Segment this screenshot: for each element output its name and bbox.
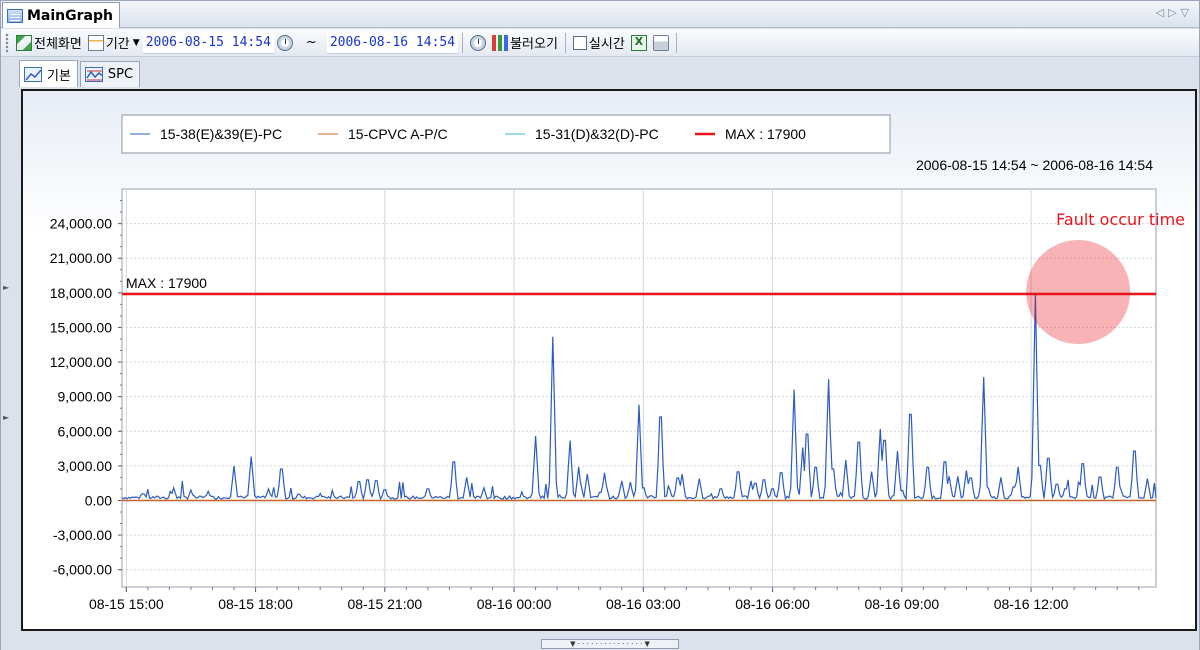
tab-basic[interactable]: 기본 (19, 60, 78, 87)
x-tick-label: 08-16 12:00 (994, 596, 1069, 612)
x-tick-label: 08-15 15:00 (89, 596, 164, 612)
excel-export-button[interactable] (628, 32, 650, 54)
x-tick-label: 08-16 03:00 (606, 596, 681, 612)
date-range-label: 2006-08-15 14:54 ~ 2006-08-16 14:54 (916, 157, 1153, 173)
clock-icon (276, 34, 293, 51)
legend-label: 15-31(D)&32(D)-PC (535, 126, 659, 142)
y-tick-label: -3,000.00 (53, 527, 112, 543)
legend-label: 15-38(E)&39(E)-PC (160, 126, 282, 142)
tab-basic-label: 기본 (47, 68, 71, 84)
x-tick-label: 08-16 00:00 (477, 596, 552, 612)
x-tick-label: 08-15 18:00 (218, 596, 293, 612)
fullscreen-icon (16, 34, 32, 51)
toolbar-separator (462, 32, 464, 53)
y-tick-label: 9,000.00 (58, 389, 113, 405)
toolbar-grip-icon[interactable] (5, 32, 9, 53)
period-dropdown[interactable]: 기간 ▼ (85, 32, 143, 54)
end-date-field[interactable]: 2006-08-16 14:54 (326, 31, 459, 54)
grid-icon (492, 34, 509, 51)
clock-icon (470, 34, 487, 51)
calendar-icon (87, 34, 104, 51)
view-tabs: 기본 SPC (19, 60, 142, 87)
start-date-picker-button[interactable] (274, 32, 296, 54)
checkbox-icon (572, 35, 587, 50)
printer-icon (652, 34, 669, 51)
max-line-label: MAX : 17900 (126, 275, 207, 291)
full-screen-label: 전체화면 (34, 37, 82, 52)
side-splitter[interactable]: ► ► (1, 271, 11, 431)
y-tick-label: 3,000.00 (58, 458, 113, 474)
tab-nav-arrows[interactable]: ◁▷▽ (1156, 6, 1193, 19)
caret-down-icon: ▼ (132, 37, 140, 48)
y-tick-label: 12,000.00 (50, 354, 112, 370)
line-chart-icon (24, 66, 42, 82)
y-axis: 24,000.00 21,000.00 18,000.00 15,000.00 12,0… (50, 200, 122, 578)
end-date-picker-button[interactable] (467, 32, 489, 54)
title-bar: MainGraph ◁▷▽ (1, 1, 1199, 28)
fault-highlight-circle (1026, 239, 1131, 344)
y-tick-label: 6,000.00 (58, 423, 113, 439)
chart-panel: 15-38(E)&39(E)-PC 15-CPVC A-P/C 15-31(D)&3… (21, 89, 1197, 631)
y-tick-label: 18,000.00 (50, 285, 112, 301)
print-button[interactable] (650, 32, 672, 54)
y-tick-label: 24,000.00 (50, 216, 112, 232)
plot-area (121, 188, 1157, 588)
y-tick-label: -6,000.00 (53, 562, 112, 578)
chart-svg: 15-38(E)&39(E)-PC 15-CPVC A-P/C 15-31(D)&3… (50, 114, 1185, 612)
legend-label: 15-CPVC A-P/C (348, 126, 448, 142)
tab-spc-label: SPC (107, 67, 134, 82)
toolbar-separator (564, 32, 566, 53)
arrow-right-icon: ► (3, 413, 10, 422)
date-range-separator: ~ (305, 35, 317, 50)
start-date-field[interactable]: 2006-08-15 14:54 (142, 31, 274, 54)
window-title: MainGraph (27, 7, 113, 24)
x-axis: 08-15 15:00 08-15 18:00 08-15 21:00 08-16 0… (89, 587, 1140, 612)
main-window: MainGraph ◁▷▽ 전체화면 기간 ▼ 2006-08-15 14:54… (0, 0, 1200, 650)
fault-annotation-label: Fault occur time (1056, 210, 1185, 229)
window-icon (7, 8, 23, 23)
realtime-checkbox[interactable]: 실시간 (570, 32, 628, 54)
period-label: 기간 (105, 37, 130, 52)
load-label: 불러오기 (510, 37, 558, 52)
x-tick-label: 08-15 21:00 (347, 596, 422, 612)
y-tick-label: 21,000.00 (50, 250, 112, 266)
tab-spc[interactable]: SPC (79, 61, 141, 87)
legend: 15-38(E)&39(E)-PC 15-CPVC A-P/C 15-31(D)&3… (121, 114, 891, 154)
toolbar-separator (675, 32, 677, 53)
main-graph-tab[interactable]: MainGraph (2, 2, 120, 28)
legend-label: MAX : 17900 (725, 126, 806, 142)
spc-chart-icon (84, 67, 103, 82)
x-tick-label: 08-16 09:00 (864, 596, 939, 612)
y-tick-label: 15,000.00 (50, 319, 112, 335)
arrow-right-icon: ► (3, 283, 10, 292)
bottom-splitter[interactable]: ▼ · · · · · · · · · · · · · · · ▼ (541, 639, 679, 649)
y-tick-label: 0.00 (85, 492, 112, 508)
x-tick-label: 08-16 06:00 (735, 596, 810, 612)
load-button[interactable]: 불러오기 (489, 32, 561, 54)
toolbar: 전체화면 기간 ▼ 2006-08-15 14:54 ~ 2006-08-16 … (1, 29, 1199, 57)
excel-icon (630, 34, 647, 51)
full-screen-button[interactable]: 전체화면 (13, 32, 85, 54)
realtime-label: 실시간 (588, 37, 625, 52)
